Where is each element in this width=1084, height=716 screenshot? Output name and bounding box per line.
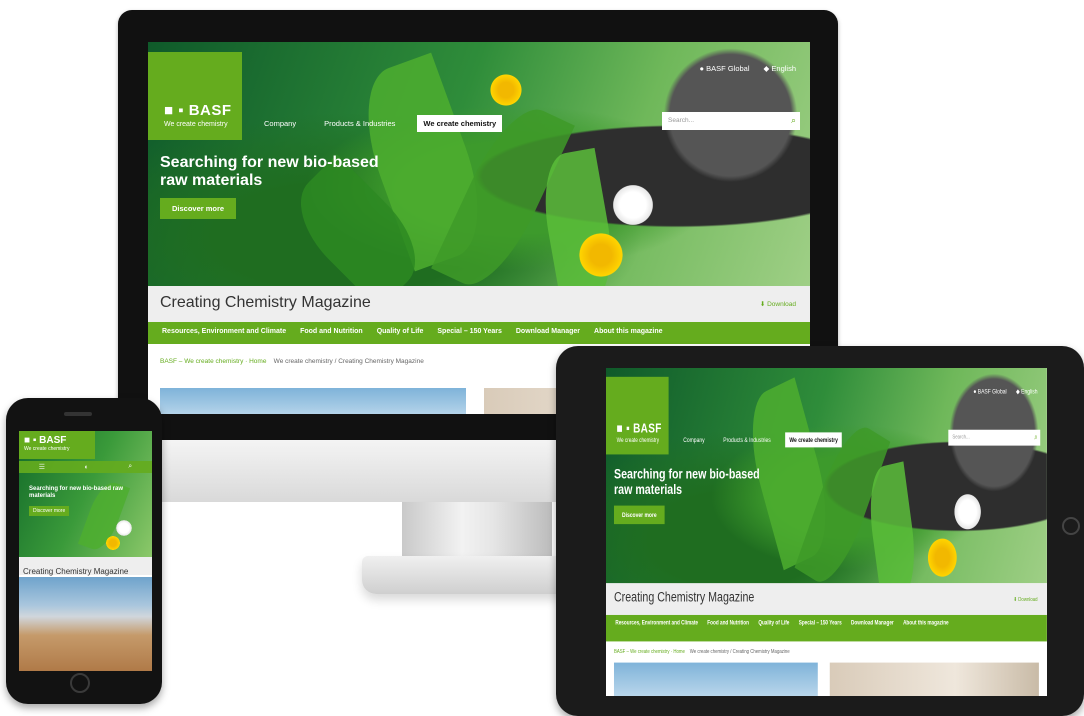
nav-products-industries[interactable]: Products & Industries bbox=[318, 115, 401, 132]
dandelion-seedhead bbox=[610, 182, 656, 228]
nav-company[interactable]: Company bbox=[258, 115, 302, 132]
nav-we-create-chemistry[interactable]: We create chemistry bbox=[785, 432, 842, 448]
hero-banner: ■ ▪ BASF We create chemistry ● BASF Glob… bbox=[148, 42, 810, 286]
magazine-title: Creating Chemistry Magazine bbox=[160, 294, 371, 311]
magazine-nav: Resources, Environment and Climate Food … bbox=[606, 614, 1047, 642]
dandelion-flower bbox=[576, 230, 626, 280]
magazine-nav: Resources, Environment and Climate Food … bbox=[148, 322, 810, 344]
breadcrumb-current: We create chemistry / Creating Chemistry… bbox=[689, 648, 790, 655]
brand-tagline: We create chemistry bbox=[616, 437, 660, 444]
magazine-title: Creating Chemistry Magazine bbox=[613, 590, 755, 606]
magazine-title: Creating Chemistry Magazine bbox=[23, 567, 129, 576]
dandelion-seedhead bbox=[115, 519, 133, 537]
discover-more-button[interactable]: Discover more bbox=[160, 198, 237, 219]
top-utility-bar: ● BASF Global ◆ English bbox=[700, 64, 796, 73]
article-thumbnail[interactable] bbox=[613, 662, 818, 696]
mag-nav-quality[interactable]: Quality of Life bbox=[377, 328, 424, 338]
main-nav: Company Products & Industries We create … bbox=[679, 432, 842, 448]
global-link[interactable]: ● BASF Global bbox=[973, 387, 1006, 395]
article-thumbnail[interactable] bbox=[160, 388, 466, 414]
search-icon[interactable]: ⌕ bbox=[791, 115, 796, 126]
article-thumbnail[interactable] bbox=[829, 662, 1039, 696]
download-link[interactable]: ⬇ Download bbox=[760, 300, 796, 308]
hero-title: Searching for new bio-based raw material… bbox=[160, 154, 379, 189]
basf-logo: ■ ▪ BASF bbox=[164, 102, 232, 119]
search-input[interactable]: Search... ⌕ bbox=[662, 112, 800, 130]
discover-more-button[interactable]: Discover more bbox=[613, 505, 665, 525]
brand-tagline: We create chemistry bbox=[24, 446, 70, 452]
dandelion-flower bbox=[105, 535, 121, 551]
magazine-header: Creating Chemistry Magazine bbox=[19, 557, 152, 576]
breadcrumb-parent[interactable]: BASF – We create chemistry · Home bbox=[614, 648, 685, 654]
tablet-screen: ■ ▪ BASF We create chemistry ● BASF Glob… bbox=[606, 368, 1047, 696]
search-icon[interactable]: ⌕ bbox=[1034, 432, 1037, 442]
phone-home-button bbox=[70, 673, 90, 693]
language-link[interactable]: ◆ English bbox=[764, 64, 796, 73]
nav-products-industries[interactable]: Products & Industries bbox=[719, 432, 774, 447]
global-link[interactable]: ● BASF Global bbox=[700, 64, 750, 73]
magazine-header: Creating Chemistry Magazine ⬇ Download bbox=[148, 286, 810, 322]
nav-we-create-chemistry[interactable]: We create chemistry bbox=[417, 115, 503, 132]
menu-icon[interactable]: ☰ bbox=[39, 463, 45, 471]
mag-nav-download-manager[interactable]: Download Manager bbox=[516, 328, 580, 338]
hero-title: Searching for new bio-based raw material… bbox=[29, 486, 124, 499]
basf-logo-box[interactable]: ■ ▪ BASF We create chemistry bbox=[606, 376, 669, 455]
download-link[interactable]: ⬇ Download bbox=[1013, 596, 1037, 602]
hero-title: Searching for new bio-based raw material… bbox=[613, 466, 760, 498]
search-icon[interactable]: ⌕ bbox=[128, 463, 132, 471]
basf-logo-box[interactable]: ■ ▪ BASF We create chemistry bbox=[148, 52, 242, 140]
hero-banner: ■ ▪ BASF We create chemistry ● BASF Glob… bbox=[606, 368, 1047, 584]
mag-nav-special[interactable]: Special – 150 Years bbox=[799, 620, 842, 636]
nav-company[interactable]: Company bbox=[679, 432, 708, 447]
hero-banner: ■ ▪ BASF We create chemistry ☰ ◐ ⌕ Searc… bbox=[19, 431, 152, 557]
language-link[interactable]: ◆ English bbox=[1016, 387, 1038, 395]
mag-nav-about[interactable]: About this magazine bbox=[903, 620, 949, 636]
mag-nav-food[interactable]: Food and Nutrition bbox=[300, 328, 363, 338]
breadcrumb: BASF – We create chemistry · Home We cre… bbox=[614, 648, 790, 654]
search-input[interactable]: Search... ⌕ bbox=[948, 429, 1041, 446]
phone-screen: ■ ▪ BASF We create chemistry ☰ ◐ ⌕ Searc… bbox=[19, 431, 152, 671]
mag-nav-food[interactable]: Food and Nutrition bbox=[707, 620, 749, 636]
discover-more-button[interactable]: Discover more bbox=[29, 506, 70, 516]
globe-icon[interactable]: ◐ bbox=[85, 464, 89, 471]
devices-showcase: ■ ▪ BASF We create chemistry ● BASF Glob… bbox=[0, 0, 1084, 716]
top-utility-bar: ● BASF Global ◆ English bbox=[973, 387, 1037, 395]
mobile-nav-bar: ☰ ◐ ⌕ bbox=[19, 461, 152, 473]
basf-logo-box[interactable]: ■ ▪ BASF We create chemistry bbox=[19, 431, 95, 459]
mag-nav-resources[interactable]: Resources, Environment and Climate bbox=[162, 328, 286, 338]
mag-nav-quality[interactable]: Quality of Life bbox=[758, 620, 789, 636]
basf-logo: ■ ▪ BASF bbox=[616, 420, 662, 436]
tablet-home-button bbox=[1062, 517, 1080, 535]
basf-site-tablet: ■ ▪ BASF We create chemistry ● BASF Glob… bbox=[606, 368, 1047, 696]
breadcrumb: BASF – We create chemistry · Home We cre… bbox=[160, 358, 424, 365]
mag-nav-special[interactable]: Special – 150 Years bbox=[437, 328, 501, 338]
main-nav: Company Products & Industries We create … bbox=[258, 115, 503, 132]
magazine-header: Creating Chemistry Magazine ⬇ Download bbox=[606, 583, 1047, 615]
breadcrumb-current: We create chemistry / Creating Chemistry… bbox=[273, 358, 424, 365]
breadcrumb-parent[interactable]: BASF – We create chemistry · Home bbox=[160, 358, 266, 365]
mag-nav-about[interactable]: About this magazine bbox=[594, 328, 662, 338]
phone-speaker bbox=[64, 412, 92, 416]
article-thumbnail[interactable] bbox=[19, 577, 152, 671]
mag-nav-download-manager[interactable]: Download Manager bbox=[851, 620, 894, 636]
mag-nav-resources[interactable]: Resources, Environment and Climate bbox=[615, 620, 698, 636]
monitor-stand bbox=[402, 502, 552, 560]
dandelion-seedhead bbox=[952, 491, 983, 533]
basf-logo: ■ ▪ BASF bbox=[24, 435, 67, 446]
dandelion-flower bbox=[925, 535, 959, 580]
brand-tagline: We create chemistry bbox=[164, 121, 228, 128]
